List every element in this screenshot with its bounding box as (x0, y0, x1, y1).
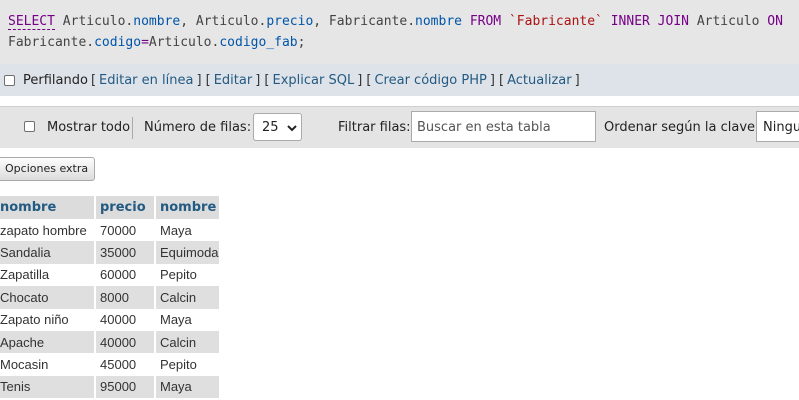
show-all-checkbox[interactable] (24, 121, 35, 132)
sql-token: nombre (415, 14, 462, 29)
cell-fabricante: Calcin (155, 286, 221, 309)
sql-token: Articulo. (54, 14, 134, 29)
profiling-label: Perfilando (23, 72, 88, 88)
cell-precio: 40000 (95, 330, 156, 354)
sql-token: Articulo (689, 14, 768, 29)
table-row[interactable]: zapato hombre 70000 Maya (0, 219, 221, 242)
table-row[interactable]: Zapato niño 40000 Maya (0, 308, 221, 331)
bracket-open: [ (90, 72, 97, 88)
show-all-label[interactable]: Mostrar todo (47, 120, 130, 135)
sql-token: SELECT (8, 14, 55, 30)
column-header-precio[interactable]: precio (95, 196, 156, 219)
refresh-link[interactable]: Actualizar (507, 73, 571, 88)
sql-token: = (141, 35, 149, 50)
sql-token: precio (266, 14, 314, 29)
results-table: nombre precio nombre zapato hombre 70000 M… (0, 196, 221, 399)
table-row[interactable]: Tenis 95000 Maya (0, 375, 221, 399)
sort-by-key-label: Ordenar según la clave: (604, 120, 760, 135)
sql-token: codigo_fab (219, 35, 298, 50)
table-row[interactable]: Mocasin 45000 Pepito (0, 353, 221, 376)
query-actions-bar: Perfilando [ Editar en línea ] [ Editar … (0, 64, 799, 96)
cell-fabricante: Pepito (155, 353, 221, 376)
filter-rows-label: Filtrar filas: (338, 120, 411, 135)
chevron-down-icon (287, 125, 297, 132)
rows-count-select[interactable]: 25 (253, 113, 302, 141)
column-header-nombre-fabricante[interactable]: nombre (155, 196, 221, 219)
filter-rows-placeholder: Buscar en esta tabla (417, 120, 551, 135)
cell-fabricante: Equimoda (155, 241, 221, 264)
explain-sql-link[interactable]: Explicar SQL (273, 73, 355, 88)
sort-by-key-value: Ninguna (763, 120, 799, 135)
cell-nombre: Tenis (0, 375, 96, 399)
sql-query-panel: SELECT Articulo.nombre, Articulo.precio,… (0, 0, 799, 64)
sql-line-1: SELECT Articulo.nombre, Articulo.precio,… (8, 14, 783, 30)
sql-line-2: Fabricante.codigo=Articulo.codigo_fab; (8, 35, 305, 50)
cell-precio: 35000 (95, 241, 156, 264)
rows-count-value: 25 (262, 120, 279, 135)
table-body: zapato hombre 70000 Maya Sandalia 35000 Equim… (0, 219, 221, 399)
cell-nombre: zapato hombre (0, 219, 96, 242)
profiling-checkbox[interactable] (4, 74, 15, 86)
table-row[interactable]: Apache 40000 Calcin (0, 330, 221, 354)
sql-token: Articulo. (148, 35, 220, 50)
sort-by-key-select[interactable]: Ninguna (756, 111, 799, 142)
cell-nombre: Zapatilla (0, 263, 96, 287)
cell-fabricante: Pepito (155, 263, 221, 287)
cell-fabricante: Maya (155, 308, 221, 331)
sql-token: , Articulo. (180, 14, 267, 29)
cell-precio: 60000 (95, 263, 156, 287)
cell-precio: 8000 (95, 286, 156, 309)
sql-token: codigo (94, 35, 142, 50)
filter-rows-input[interactable]: Buscar en esta tabla (411, 111, 596, 142)
edit-link[interactable]: Editar (214, 73, 253, 88)
cell-precio: 70000 (95, 219, 156, 242)
sql-token: Fabricante. (8, 35, 95, 50)
results-navigation-bar: Mostrar todo Número de filas: 25 Filtrar… (0, 106, 799, 148)
cell-nombre: Sandalia (0, 241, 96, 264)
sql-token: INNER JOIN (610, 14, 689, 29)
sql-token: FROM (469, 14, 502, 29)
bracket-close: ] (574, 72, 580, 88)
bracket-sep: ] [ (255, 72, 270, 88)
table-header-row: nombre precio nombre (0, 196, 221, 219)
divider (132, 117, 133, 139)
cell-precio: 40000 (95, 308, 156, 331)
extra-options-button[interactable]: Opciones extra (0, 157, 96, 181)
edit-inline-link[interactable]: Editar en línea (99, 73, 193, 88)
sql-token: ; (297, 35, 306, 50)
sql-token: , Fabricante. (313, 14, 416, 29)
sql-token: `Fabricante` (508, 14, 603, 29)
create-php-code-link[interactable]: Crear código PHP (374, 73, 486, 88)
table-row[interactable]: Chocato 8000 Calcin (0, 286, 221, 309)
cell-nombre: Mocasin (0, 353, 96, 376)
table-row[interactable]: Zapatilla 60000 Pepito (0, 263, 221, 287)
cell-nombre: Apache (0, 330, 96, 354)
bracket-sep: ] [ (489, 72, 505, 88)
sql-token: nombre (133, 14, 181, 29)
cell-fabricante: Maya (155, 219, 221, 242)
cell-nombre: Zapato niño (0, 308, 96, 331)
bracket-sep: ] [ (196, 72, 211, 88)
bracket-sep: ] [ (357, 72, 372, 88)
column-header-nombre[interactable]: nombre (0, 196, 96, 219)
sql-token: ON (767, 14, 783, 29)
cell-fabricante: Maya (155, 375, 221, 399)
cell-nombre: Chocato (0, 286, 96, 309)
cell-precio: 45000 (95, 353, 156, 376)
cell-fabricante: Calcin (155, 330, 221, 354)
rows-count-label: Número de filas: (144, 120, 252, 135)
cell-precio: 95000 (95, 375, 156, 399)
table-row[interactable]: Sandalia 35000 Equimoda (0, 241, 221, 264)
